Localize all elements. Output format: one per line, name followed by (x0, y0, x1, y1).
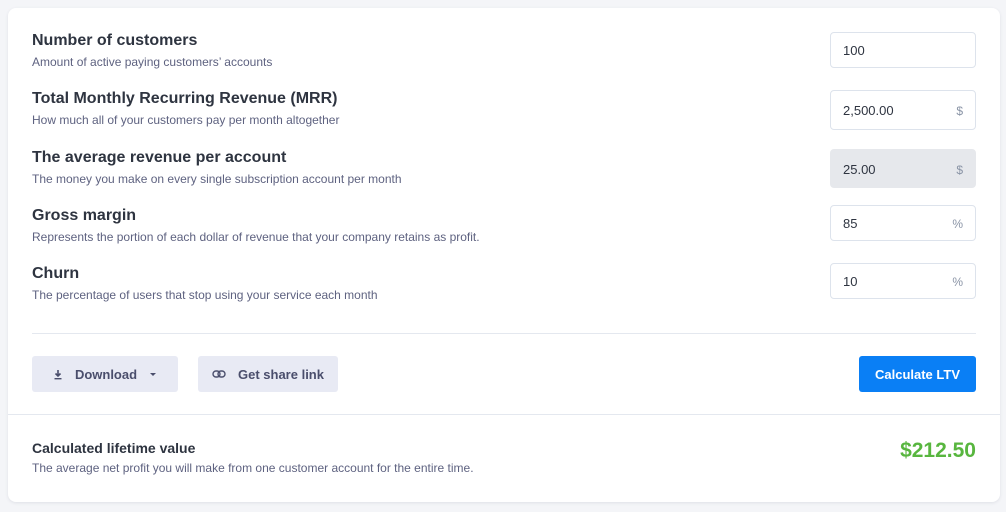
calculate-ltv-button[interactable]: Calculate LTV (859, 356, 976, 392)
field-description: Amount of active paying customers’ accou… (32, 55, 273, 69)
field-description: Represents the portion of each dollar of… (32, 230, 480, 244)
customers-input-value[interactable] (843, 43, 943, 58)
field-description: The money you make on every single subsc… (32, 172, 402, 186)
field-label: Number of customers (32, 32, 198, 49)
dollar-unit: $ (956, 104, 963, 118)
mrr-input-value[interactable] (843, 103, 943, 118)
field-row-mrr: Total Monthly Recurring Revenue (MRR) Ho… (32, 90, 976, 130)
field-row-arpa: The average revenue per account The mone… (32, 149, 976, 189)
percent-unit: % (952, 217, 963, 231)
ltv-result-value: $212.50 (900, 439, 976, 462)
field-label: Churn (32, 265, 80, 282)
arpa-value: 25.00 (843, 162, 876, 177)
field-label: The average revenue per account (32, 149, 287, 166)
customers-input[interactable] (830, 32, 976, 68)
download-button[interactable]: Download (32, 356, 178, 392)
field-label: Gross margin (32, 207, 137, 224)
result-label: Calculated lifetime value (32, 440, 196, 456)
result-divider (8, 414, 1000, 415)
share-link-label: Get share link (238, 366, 324, 382)
dollar-unit: $ (956, 163, 963, 177)
share-link-button[interactable]: Get share link (198, 356, 338, 392)
download-icon (53, 369, 63, 380)
result-description: The average net profit you will make fro… (32, 461, 474, 475)
field-description: The percentage of users that stop using … (32, 288, 378, 302)
section-divider (32, 333, 976, 334)
arpa-output: 25.00 $ (830, 149, 976, 188)
gross-margin-input-value[interactable] (843, 216, 943, 231)
mrr-input[interactable]: $ (830, 90, 976, 130)
caret-down-icon (149, 372, 157, 377)
gross-margin-input[interactable]: % (830, 205, 976, 241)
field-row-churn: Churn The percentage of users that stop … (32, 263, 976, 305)
percent-unit: % (952, 275, 963, 289)
churn-input[interactable]: % (830, 263, 976, 299)
field-label: Total Monthly Recurring Revenue (MRR) (32, 90, 338, 107)
field-row-customers: Number of customers Amount of active pay… (32, 32, 976, 72)
field-description: How much all of your customers pay per m… (32, 113, 340, 127)
link-icon (212, 370, 226, 378)
churn-input-value[interactable] (843, 274, 943, 289)
field-row-gross-margin: Gross margin Represents the portion of e… (32, 205, 976, 247)
ltv-calculator-card: Number of customers Amount of active pay… (8, 8, 1000, 502)
download-label: Download (74, 366, 138, 382)
